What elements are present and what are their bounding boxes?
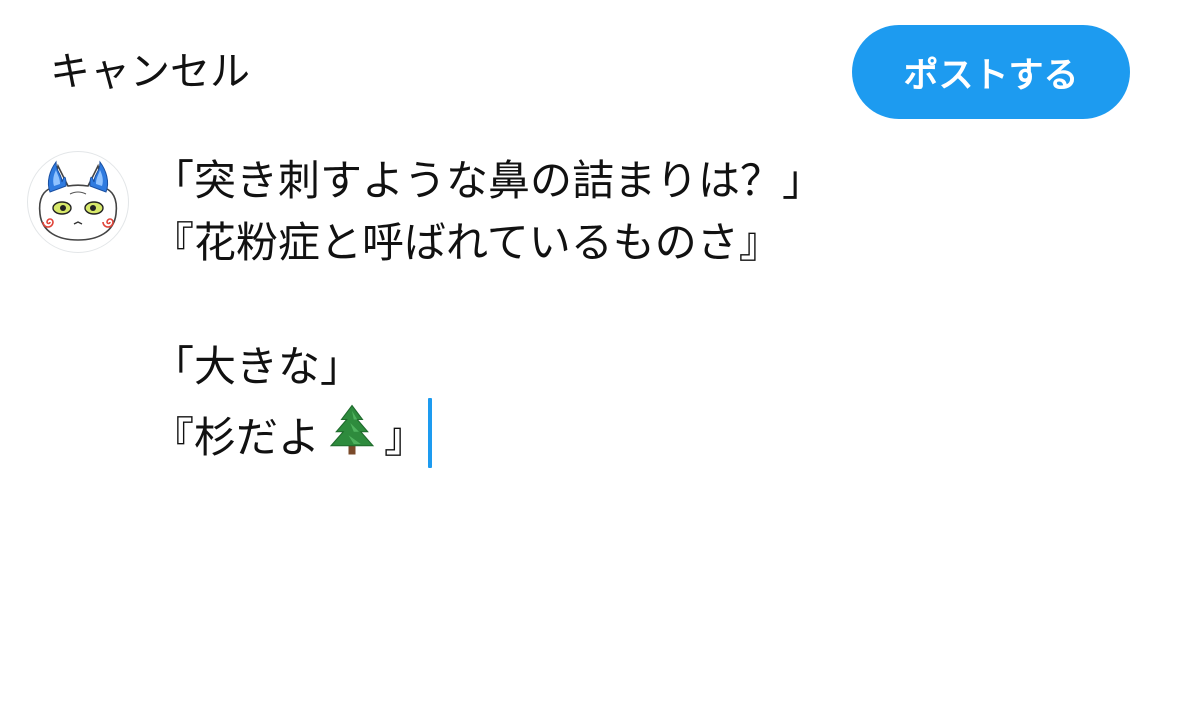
text-line: 「突き刺すような鼻の詰まりは？」 — [152, 156, 825, 205]
avatar[interactable] — [27, 151, 129, 253]
post-button[interactable]: ポストする — [852, 25, 1130, 119]
text-line — [152, 274, 1132, 336]
tweet-text-area[interactable]: 「突き刺すような鼻の詰まりは？」 『花粉症と呼ばれているものさ』 「大きな」 『… — [152, 150, 1132, 468]
text-line: 「大きな」 — [152, 342, 363, 391]
evergreen-tree-icon — [329, 404, 375, 455]
text-line-last: 『杉だよ 』 — [152, 398, 1132, 468]
text-segment: 『杉だよ — [152, 413, 321, 462]
text-line: 『花粉症と呼ばれているものさ』 — [152, 218, 781, 267]
cat-character-icon — [38, 160, 118, 241]
text-caret — [428, 398, 433, 468]
cancel-button[interactable]: キャンセル — [50, 40, 250, 104]
compose-screen: キャンセル ポストする 「突き刺すような鼻の詰まりは？」 『花粉症と呼ばれている… — [0, 0, 1178, 704]
text-segment: 』 — [384, 413, 427, 462]
